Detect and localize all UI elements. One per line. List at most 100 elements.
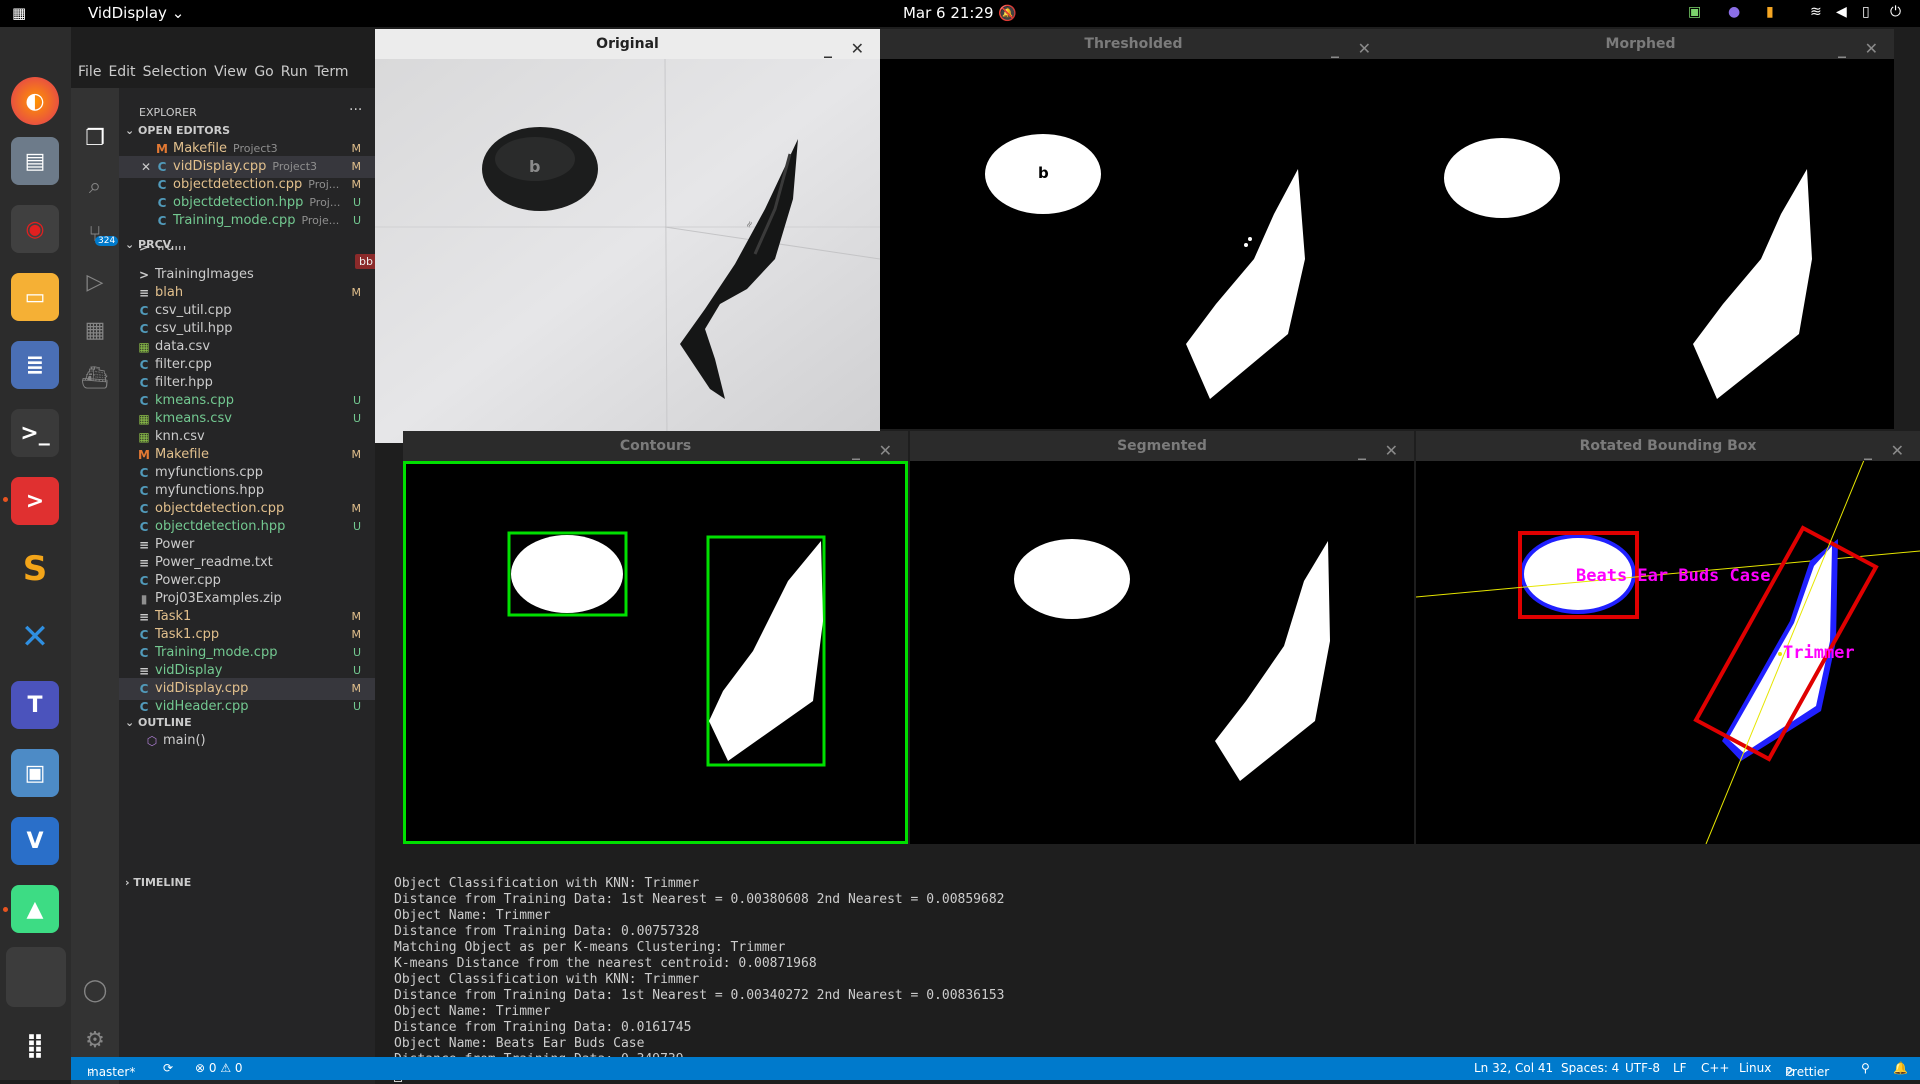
menu-item-term[interactable]: Term [315, 64, 349, 80]
vscode-icon[interactable]: ✕ [11, 613, 59, 661]
account-icon[interactable]: ◯ [81, 978, 109, 1006]
battery-icon[interactable]: ▯ [1862, 4, 1870, 20]
os-indicator[interactable]: Linux [1739, 1061, 1771, 1075]
file-cabinet-icon[interactable]: ▤ [11, 137, 59, 185]
outline-item[interactable]: ⬡ main() [119, 730, 375, 752]
search-icon[interactable]: ⌕ [81, 174, 109, 202]
chevron-right-icon: > [138, 246, 150, 254]
rotated-bounding-box-window[interactable]: Rotated Bounding Box _ ✕ Beats Ear Buds … [1416, 431, 1920, 844]
window-titlebar[interactable]: Original _ ✕ [375, 29, 880, 59]
terminal-line: Distance from Training Data: 0.00757328 [394, 924, 700, 939]
text-editor-icon[interactable]: ≣ [11, 341, 59, 389]
menu-bar: File Edit Selection View Go Run Term [71, 64, 371, 88]
screen-recorder-icon[interactable]: ◉ [11, 205, 59, 253]
docker-icon[interactable]: ⛴ [81, 366, 109, 394]
file-name: vidDisplay.cpp [173, 159, 267, 174]
terminal-line: Object Name: Trimmer [394, 908, 551, 923]
terminal-icon[interactable]: >_ [11, 409, 59, 457]
case-label: Beats Ear Buds Case [1576, 566, 1770, 586]
sublime-text-icon[interactable]: S [11, 545, 59, 593]
android-studio-icon[interactable]: ▲ [11, 885, 59, 933]
menu-item-edit[interactable]: Edit [108, 64, 135, 80]
terminal-line: K-means Distance from the nearest centro… [394, 956, 817, 971]
open-editor-item[interactable]: C Training_mode.cpp Proje... U [119, 210, 375, 232]
status-bar: ⑂ master* ⟳ ⊗ 0 ⚠ 0 Ln 32, Col 41 Spaces… [71, 1057, 1920, 1080]
contours-window[interactable]: Contours _ ✕ [403, 431, 908, 844]
eol[interactable]: LF [1673, 1061, 1687, 1075]
thresholded-image: b [880, 59, 1387, 429]
terminal-panel[interactable]: Object Classification with KNN: Trimmer D… [375, 834, 1920, 1084]
symbol-name: main() [163, 733, 206, 748]
folder-hint: Project3 [272, 160, 318, 173]
live-share-icon[interactable]: ⚲ [1861, 1061, 1870, 1075]
teams-icon[interactable]: T [11, 681, 59, 729]
encoding[interactable]: UTF-8 [1625, 1061, 1660, 1075]
file-type-icon: C [157, 214, 167, 228]
menu-item-selection[interactable]: Selection [143, 64, 208, 80]
notifications-icon[interactable]: 🔔 [1893, 1061, 1908, 1075]
power-icon[interactable]: ⏻ [1890, 4, 1901, 20]
dock: ◐ ▤ ◉ ▭ ≣ >_ > S ✕ T ▣ V ▲ ⣿ [0, 27, 71, 1080]
window-title: Contours [619, 438, 692, 454]
notes-tray-icon[interactable]: ▮ [1766, 4, 1774, 20]
morphed-window[interactable]: Morphed _ ✕ [1387, 29, 1894, 429]
more-actions-icon[interactable]: ··· [349, 102, 362, 118]
window-titlebar[interactable]: Morphed _ ✕ [1387, 29, 1894, 59]
window-titlebar[interactable]: Segmented _ ✕ [910, 431, 1414, 461]
folder-hint: Proj... [308, 178, 340, 191]
window-titlebar[interactable]: Rotated Bounding Box _ ✕ [1416, 431, 1920, 461]
logo-mark: b [1038, 164, 1049, 182]
rotated-bounding-box-image: Beats Ear Buds Case Trimmer [1416, 461, 1920, 844]
original-window[interactable]: Original _ ✕ b ≈ [375, 29, 880, 443]
files-icon[interactable]: ▭ [11, 273, 59, 321]
folder-hint: Project3 [233, 142, 278, 155]
extensions-icon[interactable]: ▦ [81, 318, 109, 346]
git-status: U [352, 214, 361, 227]
thresholded-window[interactable]: Thresholded _ ✕ b [880, 29, 1387, 429]
terminal-line: Distance from Training Data: 0.0161745 [394, 1020, 692, 1035]
indentation[interactable]: Spaces: 4 [1561, 1061, 1619, 1075]
teams-tray-icon[interactable]: ● [1728, 4, 1740, 20]
window-title: Morphed [1605, 36, 1676, 52]
source-control-badge: 324 [95, 236, 119, 246]
segmented-window[interactable]: Segmented _ ✕ [910, 431, 1414, 844]
menu-item-view[interactable]: View [214, 64, 247, 80]
language-mode[interactable]: C++ [1701, 1061, 1730, 1075]
timeline-header[interactable]: › TIMELINE [119, 872, 375, 894]
window-title: Rotated Bounding Box [1579, 438, 1757, 454]
show-apps-icon[interactable]: ⣿ [11, 1021, 59, 1069]
remote-desktop-icon[interactable]: ▣ [11, 749, 59, 797]
activity-bar: ❐ ⌕ ⑂ 324 ▷ ▦ ⛴ ◯ ⚙ [71, 88, 119, 1084]
folder-hint: Proje... [301, 214, 340, 227]
firefox-icon[interactable]: ◐ [11, 77, 59, 125]
android-studio-tray-icon[interactable]: ▣ [1688, 4, 1701, 20]
file-name: objectdetection.hpp [173, 195, 304, 210]
file-name: objectdetection.cpp [173, 177, 303, 192]
sync-icon[interactable]: ⟳ [163, 1061, 173, 1075]
notifications-off-icon: 🔕 [998, 4, 1018, 22]
segmented-image [910, 461, 1414, 844]
settings-gear-icon[interactable]: ⚙ [81, 1028, 109, 1056]
trimmer-label: Trimmer [1783, 643, 1855, 663]
vnc-viewer-icon[interactable]: V [11, 817, 59, 865]
window-titlebar[interactable]: Contours _ ✕ [403, 431, 908, 461]
problems-indicator[interactable]: ⊗ 0 ⚠ 0 [195, 1061, 243, 1075]
volume-icon[interactable]: ◀ [1836, 4, 1847, 20]
active-app-icon[interactable] [6, 947, 66, 1007]
window-titlebar[interactable]: Thresholded _ ✕ [880, 29, 1387, 59]
run-debug-icon[interactable]: ▷ [81, 270, 109, 298]
cursor-position[interactable]: Ln 32, Col 41 [1474, 1061, 1553, 1075]
terminal-line: Object Name: Beats Ear Buds Case [394, 1036, 645, 1051]
wifi-icon[interactable]: ≋ [1810, 4, 1822, 20]
running-indicator [3, 497, 8, 502]
menu-item-go[interactable]: Go [254, 64, 273, 80]
window-title: Original [596, 36, 659, 52]
terminal-red-icon[interactable]: > [11, 477, 59, 525]
explorer-icon[interactable]: ❐ [81, 126, 109, 154]
clock[interactable]: Mar 6 21:29 🔕 [0, 4, 1920, 22]
file-tree-item[interactable]: > Train [119, 246, 375, 256]
menu-item-run[interactable]: Run [281, 64, 308, 80]
menu-item-file[interactable]: File [78, 64, 101, 80]
running-indicator [3, 907, 8, 912]
window-title: Segmented [1117, 438, 1207, 454]
